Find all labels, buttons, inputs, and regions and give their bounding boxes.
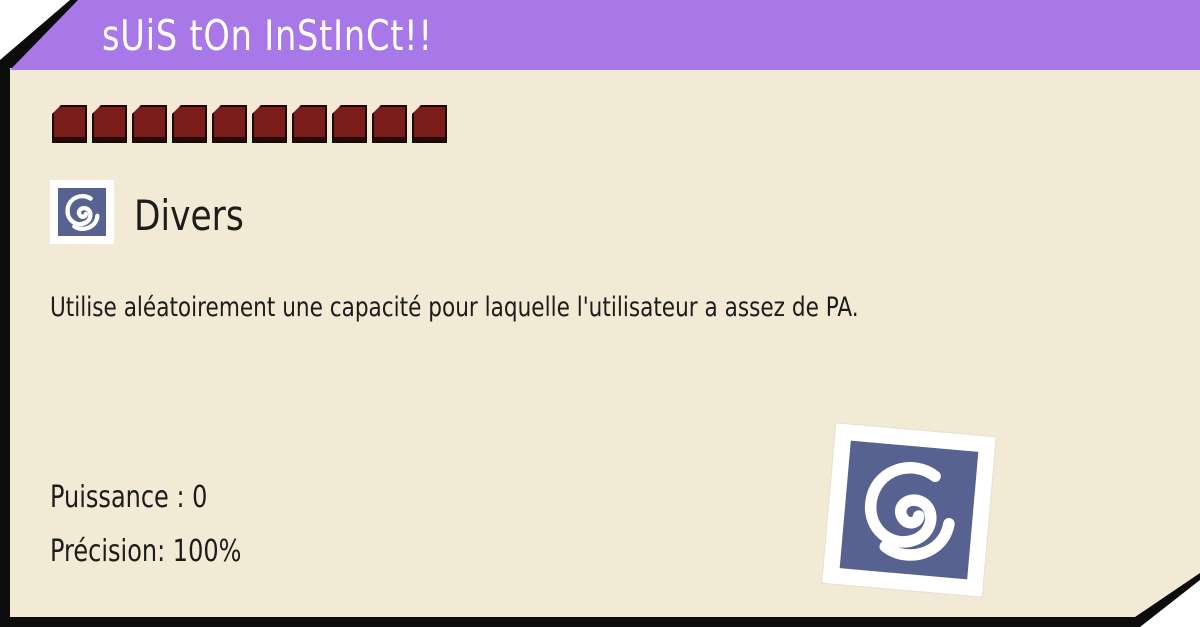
pp-pip [292, 105, 327, 143]
pp-pip [132, 105, 167, 143]
pp-pip [212, 105, 247, 143]
type-label: Divers [134, 191, 244, 240]
swirl-icon [864, 462, 955, 561]
category-emblem [822, 423, 996, 597]
pp-pip [92, 105, 127, 143]
move-title: sUiS tOn InStInCt!! [102, 11, 433, 60]
accuracy-stat: Précision: 100% [50, 534, 242, 569]
pp-pips [52, 105, 447, 143]
pp-pip [412, 105, 447, 143]
pp-pip [252, 105, 287, 143]
pp-pip [372, 105, 407, 143]
pp-pip [172, 105, 207, 143]
pp-pip [332, 105, 367, 143]
pp-pip [52, 105, 87, 143]
move-description: Utilise aléatoirement une capacité pour … [50, 292, 859, 323]
category-badge [50, 180, 114, 244]
power-stat: Puissance : 0 [50, 480, 208, 515]
swirl-icon [65, 194, 100, 231]
